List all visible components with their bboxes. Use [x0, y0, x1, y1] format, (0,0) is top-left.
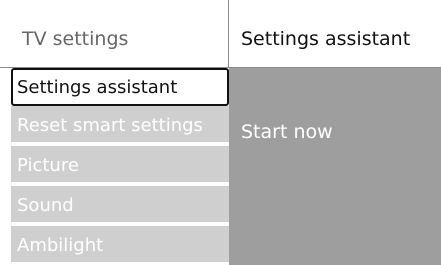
submenu-panel: Start now	[229, 68, 441, 265]
header-left: TV settings	[0, 0, 229, 68]
header-right: Settings assistant	[229, 0, 441, 68]
menu-item-label: Sound	[17, 195, 74, 216]
menu-item-label: Ambilight	[17, 235, 104, 256]
tv-settings-screen: TV settings Settings assistant Settings …	[0, 0, 441, 265]
menu-item-settings-assistant[interactable]: Settings assistant	[11, 68, 229, 106]
menu-item-label: Reset smart settings	[17, 115, 203, 136]
menu-item-reset-smart-settings[interactable]: Reset smart settings	[11, 106, 229, 144]
start-now-option[interactable]: Start now	[241, 121, 333, 143]
menu-title: TV settings	[22, 28, 129, 50]
menu-item-ambilight[interactable]: Ambilight	[11, 226, 229, 264]
settings-menu: Settings assistant Reset smart settings …	[11, 68, 229, 265]
menu-item-label: Settings assistant	[17, 77, 178, 98]
menu-item-sound[interactable]: Sound	[11, 186, 229, 224]
menu-item-picture[interactable]: Picture	[11, 146, 229, 184]
menu-item-label: Picture	[17, 155, 79, 176]
panel-title: Settings assistant	[241, 28, 411, 50]
